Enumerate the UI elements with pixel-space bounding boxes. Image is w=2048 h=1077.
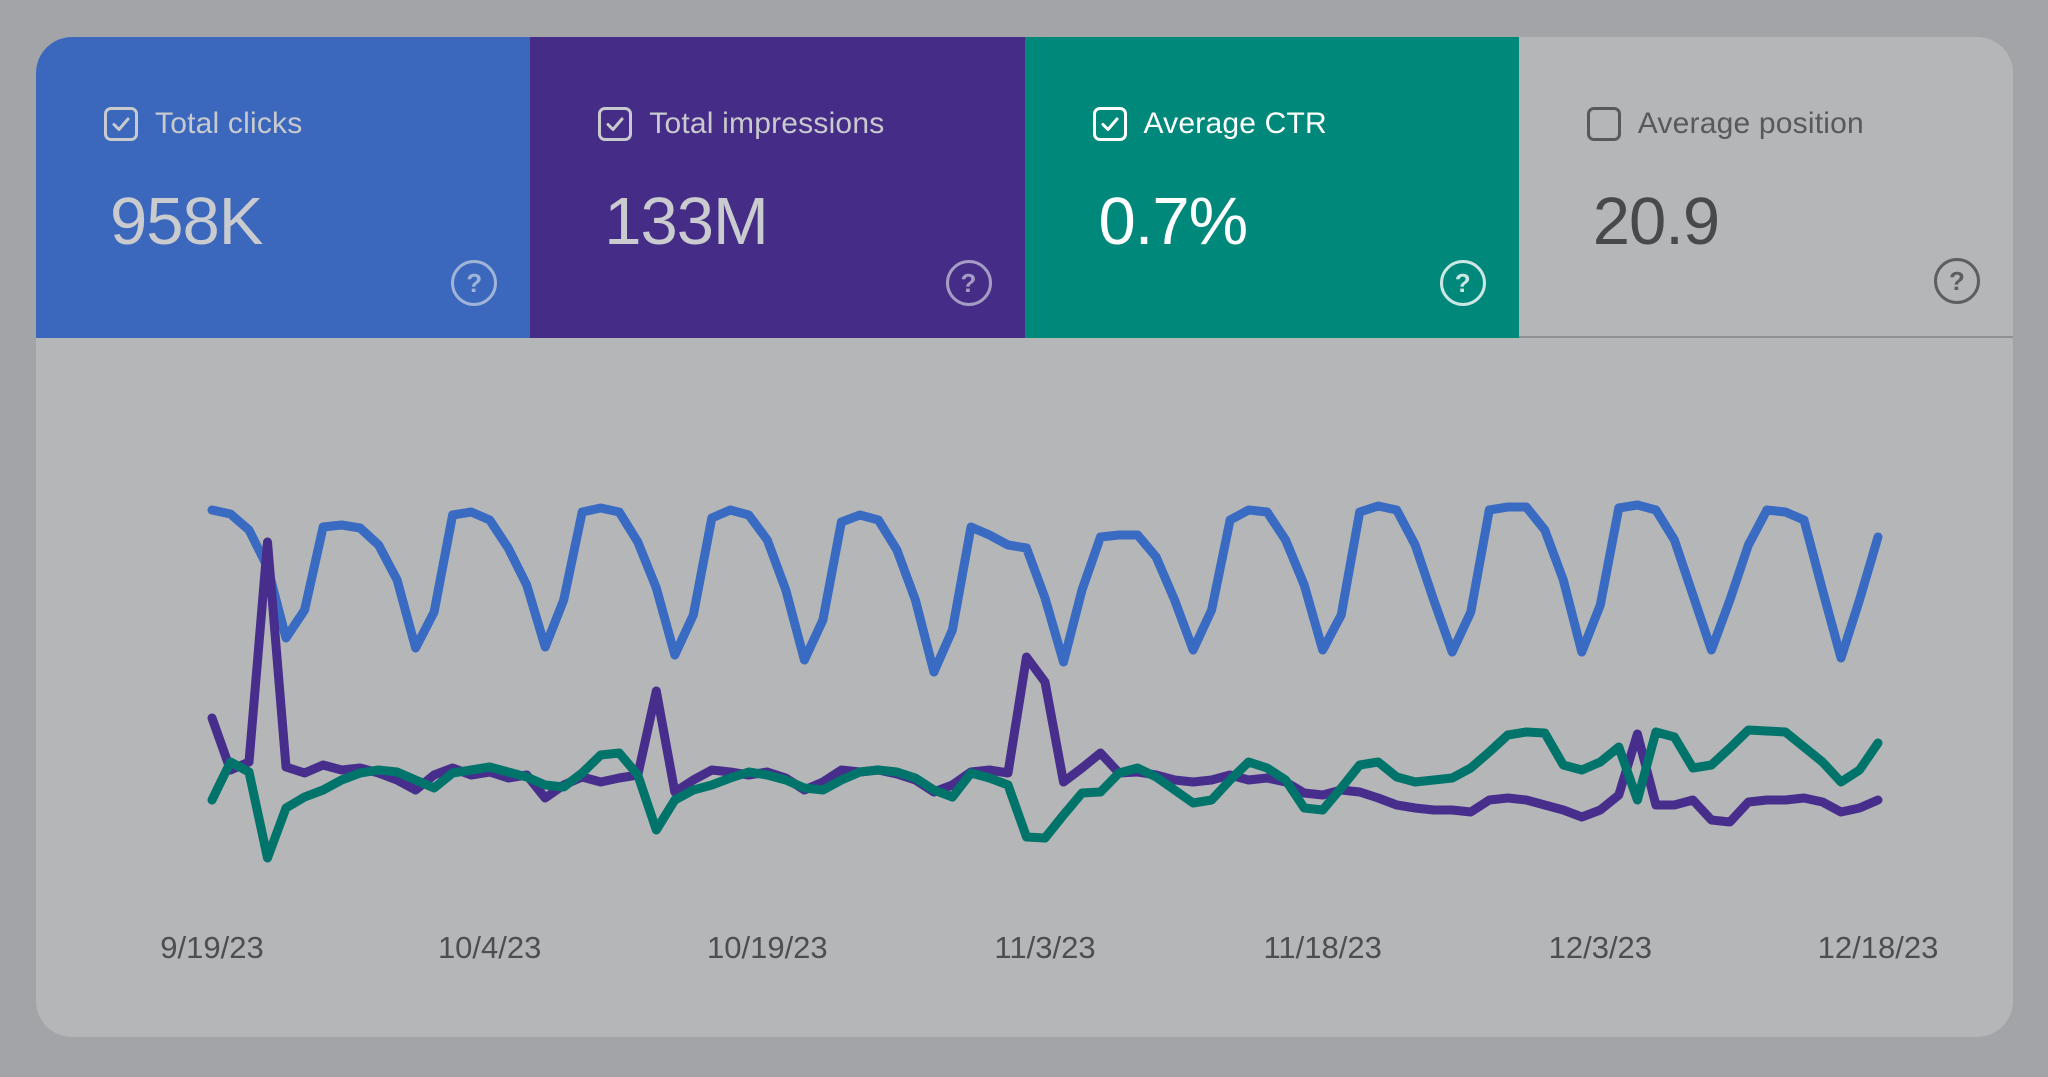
performance-chart-panel: Total clicks 958K ? Total impressions 13… (36, 37, 2013, 1037)
card-header: Total clicks (104, 107, 302, 141)
metric-value: 20.9 (1592, 184, 1720, 259)
timeseries-chart: 9/19/23 10/4/23 10/19/23 11/3/23 11/18/23 12/… (36, 338, 2013, 1037)
card-header: Average CTR (1092, 107, 1327, 141)
metric-card-average-position[interactable]: Average position 20.9 ? (1518, 37, 2013, 338)
help-icon[interactable]: ? (451, 260, 498, 306)
performance-report: Total clicks 958K ? Total impressions 13… (0, 0, 2048, 1077)
total-impressions-checkbox[interactable] (598, 107, 633, 141)
metric-value: 133M (604, 184, 769, 259)
checkmark-icon (1101, 117, 1118, 131)
metric-value: 0.7% (1098, 184, 1249, 259)
metric-label: Total clicks (155, 107, 303, 140)
metric-card-total-impressions[interactable]: Total impressions 133M ? (530, 37, 1025, 338)
metric-label: Average CTR (1143, 107, 1327, 140)
card-header: Total impressions (598, 107, 884, 141)
checkmark-icon (112, 117, 130, 131)
total-clicks-checkbox[interactable] (104, 107, 138, 141)
help-icon[interactable]: ? (1934, 258, 1980, 304)
average-ctr-checkbox[interactable] (1092, 107, 1127, 141)
help-icon[interactable]: ? (945, 260, 992, 306)
metric-label: Total impressions (649, 107, 885, 140)
help-icon[interactable]: ? (1439, 260, 1486, 306)
line-series-total-clicks (207, 500, 1883, 677)
chart-lines-canvas (207, 500, 1883, 863)
metric-cards-row: Total clicks 958K ? Total impressions 13… (36, 37, 2013, 338)
metric-label: Average position (1637, 107, 1864, 140)
card-header: Average position (1586, 107, 1864, 141)
average-position-checkbox[interactable] (1586, 107, 1621, 141)
metric-card-total-clicks[interactable]: Total clicks 958K ? (36, 37, 531, 338)
metric-card-average-ctr[interactable]: Average CTR 0.7% ? (1024, 37, 1519, 338)
checkmark-icon (606, 117, 624, 131)
metric-value: 958K (110, 184, 263, 259)
